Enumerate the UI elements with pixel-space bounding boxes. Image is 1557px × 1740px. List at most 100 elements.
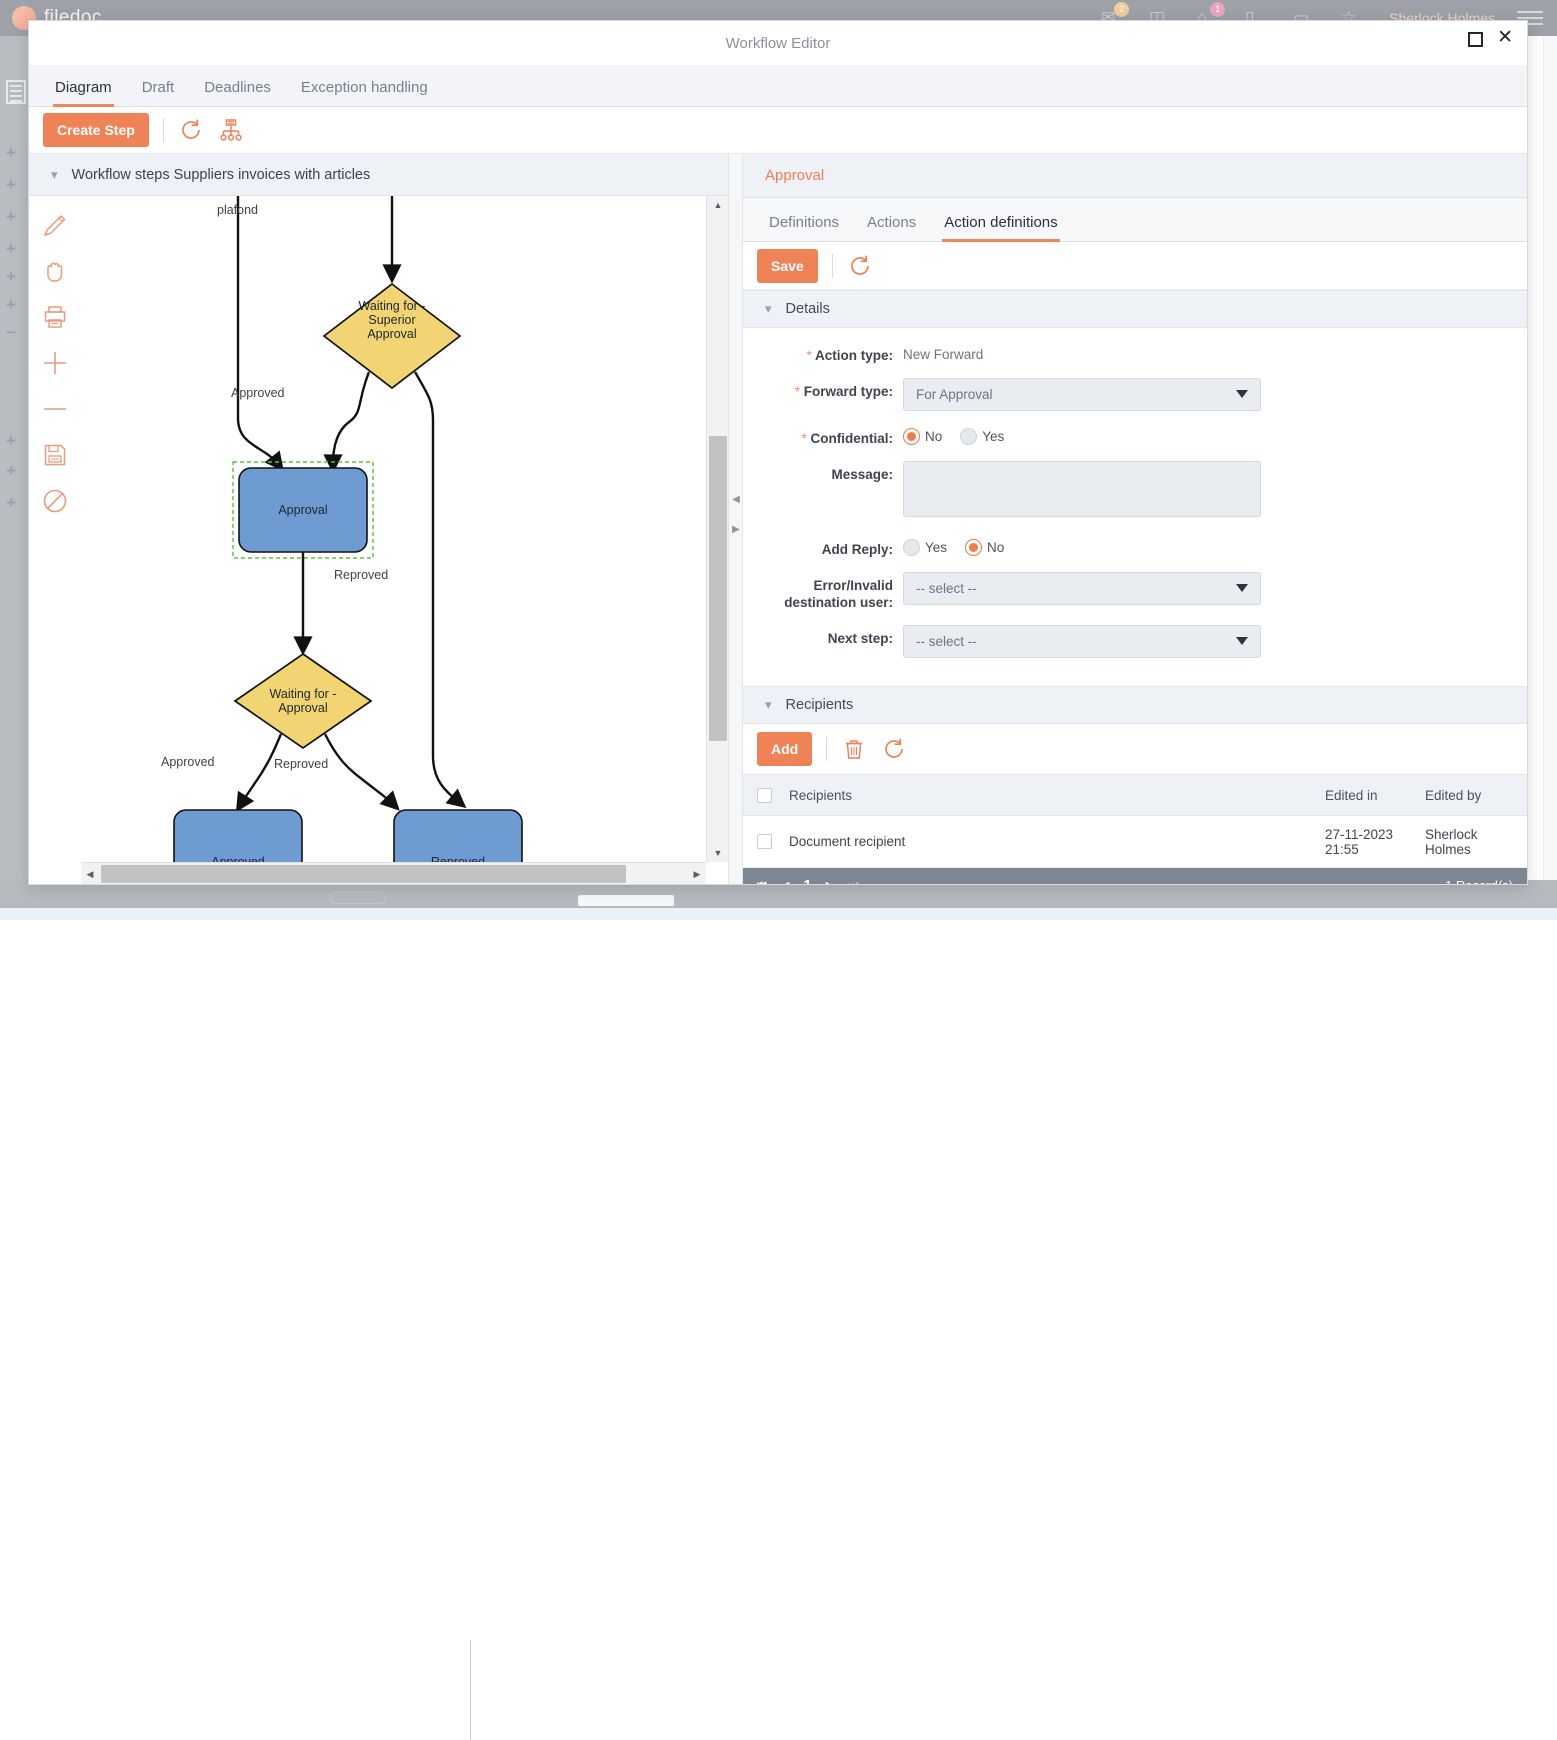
tab-diagram[interactable]: Diagram [41,79,126,106]
refresh-icon[interactable] [881,736,907,762]
toolbar-separator [826,737,827,761]
edge-label-plafond: plafond [217,203,258,217]
row-checkbox[interactable] [743,834,785,849]
diagram-vertical-scrollbar[interactable]: ▲ ▼ [706,196,728,862]
confidential-radio-group: No Yes [903,425,1497,445]
zoom-out-tool-icon[interactable] [40,394,70,424]
radio-dot [903,539,920,556]
chevron-down-icon[interactable]: ▾ [765,697,772,713]
pager-prev-icon[interactable]: ◀ [781,879,789,885]
svg-text:Approval: Approval [278,503,327,517]
workflow-diagram[interactable]: plafond Waiting for - Superior Approval … [81,196,706,862]
required-marker: * [806,348,811,363]
add-recipient-button[interactable]: Add [757,732,812,766]
tab-action-definitions[interactable]: Action definitions [930,214,1071,241]
add-reply-radio-no[interactable]: No [965,539,1004,556]
field-add-reply: Add Reply: Yes No [743,536,1527,558]
vertical-scroll-thumb[interactable] [709,436,727,741]
svg-text:Reproved: Reproved [431,855,485,862]
confidential-label: * Confidential: [743,425,903,447]
scroll-down-icon[interactable]: ▼ [707,844,728,862]
refresh-icon[interactable] [847,253,873,279]
caret-left-icon[interactable]: ◀ [731,494,741,506]
next-step-select[interactable]: -- select -- [903,625,1261,658]
tab-exception-handling[interactable]: Exception handling [287,79,442,106]
tab-deadlines[interactable]: Deadlines [190,79,285,106]
action-type-label: * Action type: [743,342,903,364]
window-controls: ✕ [1468,31,1513,45]
details-section-header[interactable]: ▾ Details [743,290,1527,328]
field-action-type: * Action type: New Forward [743,342,1527,364]
restore-window-icon[interactable] [1468,32,1481,45]
dialog-toolbar: Create Step [29,107,1527,154]
confidential-radio-yes[interactable]: Yes [960,428,1004,445]
diagram-horizontal-scrollbar[interactable]: ◀ ▶ [81,862,706,884]
select-all-checkbox[interactable] [743,788,785,803]
scroll-up-icon[interactable]: ▲ [707,196,728,214]
dialog-titlebar: Workflow Editor ✕ [29,21,1527,65]
toolbar-separator [163,118,164,142]
error-destination-user-label: Error/Invalid destination user: [743,572,903,611]
pager-next-icon[interactable]: ▶ [826,879,834,885]
tab-draft[interactable]: Draft [128,79,189,106]
column-header-edited-in[interactable]: Edited in [1325,788,1425,803]
pager-last-icon[interactable]: ⏭ [848,879,858,885]
horizontal-scroll-thumb[interactable] [101,865,626,883]
create-step-button[interactable]: Create Step [43,113,149,147]
svg-text:Approved: Approved [211,855,265,862]
pager-first-icon[interactable]: ⏮ [757,879,767,885]
edge-label-approved-1: Approved [231,386,285,400]
hand-tool-icon[interactable] [40,256,70,286]
dialog-tabs: Diagram Draft Deadlines Exception handli… [29,65,1527,107]
save-button[interactable]: Save [757,249,818,283]
print-tool-icon[interactable] [40,302,70,332]
cell-edited-in: 27-11-2023 21:55 [1325,827,1425,857]
chevron-down-icon[interactable]: ▾ [765,301,772,317]
workflow-editor-dialog: Workflow Editor ✕ Diagram Draft Deadline… [28,20,1528,885]
add-reply-radio-yes[interactable]: Yes [903,539,947,556]
next-step-label: Next step: [743,625,903,647]
recipients-section-header[interactable]: ▾ Recipients [743,686,1527,724]
step-details-panel: Approval Definitions Actions Action defi… [743,154,1527,884]
message-textarea[interactable] [903,461,1261,517]
details-form: * Action type: New Forward * Forward typ… [743,328,1527,686]
confidential-radio-no[interactable]: No [903,428,942,445]
error-destination-user-select[interactable]: -- select -- [903,572,1261,605]
footer-divider [470,1640,471,1740]
recipients-toolbar: Add [743,724,1527,774]
panel-splitter[interactable]: ◀ ▶ [729,154,743,884]
diagram-area: plafond Waiting for - Superior Approval … [29,196,728,884]
forward-type-label: * Forward type: [743,378,903,400]
cancel-tool-icon[interactable] [40,486,70,516]
column-header-recipients[interactable]: Recipients [785,788,1325,803]
trash-icon[interactable] [841,736,867,762]
zoom-in-tool-icon[interactable] [40,348,70,378]
scroll-right-icon[interactable]: ▶ [688,863,706,884]
diagram-panel-header: ▾ Workflow steps Suppliers invoices with… [29,154,728,196]
error-destination-user-value: -- select -- [916,581,977,596]
pencil-tool-icon[interactable] [40,210,70,240]
pager-current-page[interactable]: 1 [803,877,811,885]
add-reply-radio-group: Yes No [903,536,1497,556]
tab-definitions[interactable]: Definitions [755,214,853,241]
forward-type-select[interactable]: For Approval [903,378,1261,411]
dialog-title: Workflow Editor [726,35,831,52]
svg-text:Superior: Superior [368,313,415,327]
table-row[interactable]: Document recipient 27-11-2023 21:55 Sher… [743,816,1527,868]
step-toolbar: Save [743,242,1527,290]
chevron-down-icon[interactable]: ▾ [51,167,58,183]
column-header-edited-by[interactable]: Edited by [1425,788,1527,803]
step-tabs: Definitions Actions Action definitions [743,198,1527,242]
save-tool-icon[interactable] [40,440,70,470]
caret-right-icon[interactable]: ▶ [731,524,741,536]
close-window-icon[interactable]: ✕ [1497,31,1513,45]
scroll-left-icon[interactable]: ◀ [81,863,99,884]
field-error-destination-user: Error/Invalid destination user: -- selec… [743,572,1527,611]
diagram-panel: ▾ Workflow steps Suppliers invoices with… [29,154,729,884]
step-title: Approval [765,167,824,184]
action-type-value: New Forward [903,342,983,362]
tab-actions[interactable]: Actions [853,214,930,241]
hierarchy-icon[interactable] [218,117,244,143]
diagram-canvas[interactable]: plafond Waiting for - Superior Approval … [81,196,706,862]
refresh-icon[interactable] [178,117,204,143]
